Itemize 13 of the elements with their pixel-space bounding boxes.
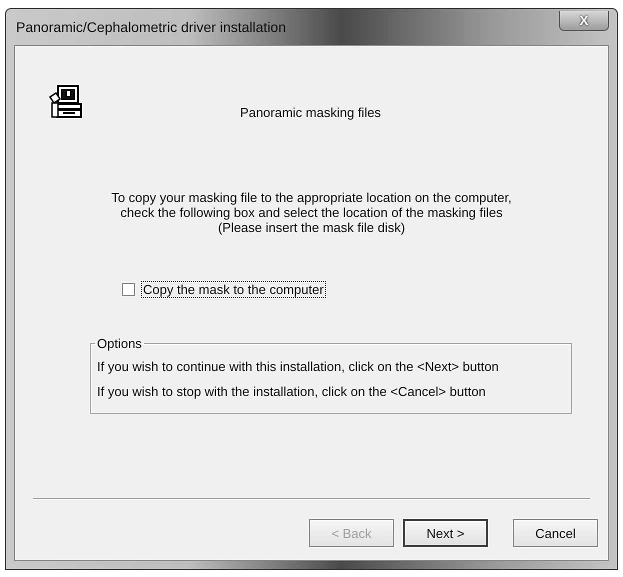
dialog-button[interactable]: Next > — [403, 519, 488, 547]
option-text: If you wish to continue with this installation, click on the <Next> button — [97, 359, 500, 374]
computer-installer-icon — [49, 85, 83, 119]
instruction-text: check the following box and select the location of the masking files — [119, 205, 504, 220]
page-heading: Panoramic masking files — [239, 104, 382, 120]
instruction-text: To copy your masking file to the appropriate location on the computer, — [110, 190, 513, 205]
group-title: Options — [96, 336, 143, 351]
option-text: If you wish to stop with the installation, click on the <Cancel> button — [97, 384, 487, 399]
dialog-button[interactable]: Cancel — [513, 519, 598, 547]
checkbox-label[interactable]: Copy the mask to the computer — [141, 281, 326, 298]
window-title: Panoramic/Cephalometric driver installation — [15, 19, 286, 35]
checkbox[interactable] — [122, 283, 135, 296]
instruction-text: (Please insert the mask file disk) — [216, 220, 406, 235]
